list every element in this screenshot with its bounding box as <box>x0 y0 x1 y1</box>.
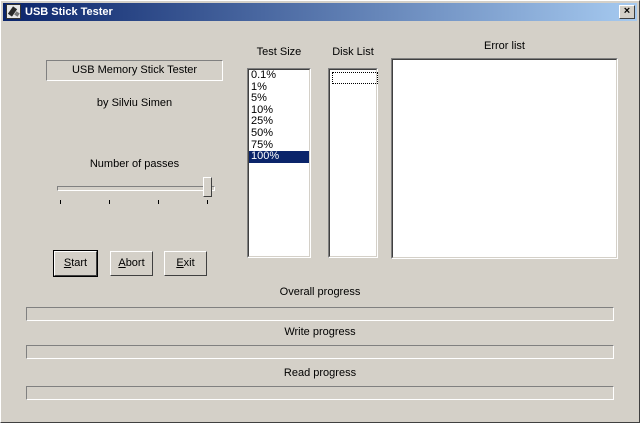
error-list[interactable] <box>391 58 618 259</box>
read-progress-label: Read progress <box>283 367 357 379</box>
focus-rect <box>332 72 378 84</box>
disk-list[interactable] <box>328 68 378 258</box>
overall-progress-bar <box>26 307 614 321</box>
window-title: USB Stick Tester <box>25 6 113 18</box>
slider-tick <box>158 200 159 204</box>
passes-slider-track[interactable] <box>57 186 215 191</box>
author-label: by Silviu Simen <box>96 97 173 109</box>
exit-button[interactable]: Exit <box>164 251 207 276</box>
passes-slider-thumb[interactable] <box>203 177 212 197</box>
test-size-list[interactable]: 0.1% 1% 5% 10% 25% 50% 75% 100% <box>247 68 311 258</box>
close-button[interactable]: × <box>619 5 635 19</box>
test-size-item[interactable]: 0.1% <box>249 69 309 82</box>
read-progress-bar <box>26 386 614 400</box>
start-button[interactable]: Start <box>53 250 98 277</box>
usb-stick-icon <box>6 4 21 19</box>
overall-progress-label: Overall progress <box>279 286 361 298</box>
app-heading: USB Memory Stick Tester <box>46 60 223 81</box>
write-progress-bar <box>26 345 614 359</box>
abort-button[interactable]: Abort <box>110 251 153 276</box>
test-size-label: Test Size <box>256 46 302 58</box>
slider-tick <box>109 200 110 204</box>
passes-label: Number of passes <box>89 158 180 170</box>
test-size-item[interactable]: 100% <box>249 151 309 163</box>
close-icon: × <box>623 5 631 17</box>
title-bar[interactable]: USB Stick Tester × <box>3 3 637 21</box>
error-list-label: Error list <box>484 40 525 52</box>
write-progress-label: Write progress <box>284 326 356 338</box>
app-window: USB Stick Tester × USB Memory Stick Test… <box>0 0 640 423</box>
disk-list-label: Disk List <box>332 46 374 58</box>
test-size-item[interactable]: 50% <box>249 127 309 140</box>
slider-tick <box>207 200 208 204</box>
slider-tick <box>60 200 61 204</box>
